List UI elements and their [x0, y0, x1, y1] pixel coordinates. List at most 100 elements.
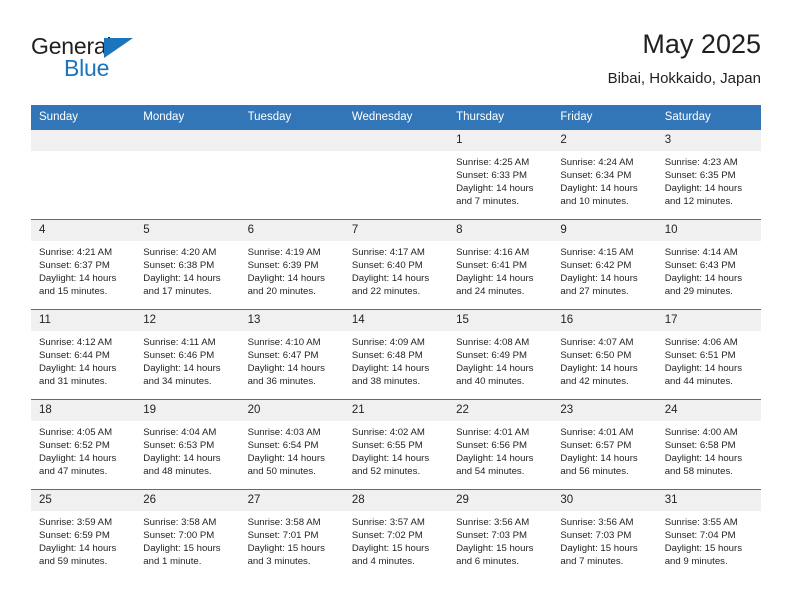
calendar-cell[interactable]: 8 Sunrise: 4:16 AM Sunset: 6:41 PM Daylight… [448, 219, 553, 310]
day-details: Sunrise: 3:58 AM Sunset: 7:00 PM Daylight:… [135, 511, 239, 568]
calendar-cell[interactable]: 3 Sunrise: 4:23 AM Sunset: 6:35 PM Daylight… [656, 129, 761, 220]
daylight-text: Daylight: 14 hours and 56 minutes. [560, 453, 638, 478]
calendar-cell[interactable]: 15 Sunrise: 4:08 AM Sunset: 6:49 PM Dayligh… [448, 309, 553, 400]
sunset-text: Sunset: 6:33 PM [456, 170, 528, 182]
calendar-cell[interactable]: 18 Sunrise: 4:05 AM Sunset: 6:52 PM Dayligh… [31, 399, 136, 490]
sunrise-text: Sunrise: 4:11 AM [143, 337, 216, 348]
calendar-cell[interactable]: 12 Sunrise: 4:11 AM Sunset: 6:46 PM Dayligh… [135, 309, 240, 400]
sunrise-text: Sunrise: 3:58 AM [247, 517, 321, 528]
calendar-cell-empty [343, 129, 449, 220]
daylight-text: Daylight: 14 hours and 10 minutes. [560, 183, 638, 208]
day-details: Sunrise: 4:23 AM Sunset: 6:35 PM Daylight:… [657, 151, 761, 208]
calendar-cell[interactable]: 5 Sunrise: 4:20 AM Sunset: 6:38 PM Daylight… [135, 219, 240, 310]
calendar-cell[interactable]: 23 Sunrise: 4:01 AM Sunset: 6:57 PM Dayligh… [552, 399, 657, 490]
daylight-text: Daylight: 14 hours and 38 minutes. [351, 363, 430, 388]
daylight-text: Daylight: 14 hours and 29 minutes. [664, 273, 743, 298]
sunrise-text: Sunrise: 3:56 AM [560, 517, 634, 528]
calendar-cell[interactable]: 10 Sunrise: 4:14 AM Sunset: 6:43 PM Dayligh… [656, 219, 761, 310]
sunrise-text: Sunrise: 4:10 AM [247, 337, 321, 348]
calendar-cell[interactable]: 26 Sunrise: 3:58 AM Sunset: 7:00 PM Dayligh… [135, 489, 240, 578]
sunset-text: Sunset: 6:47 PM [247, 350, 319, 362]
calendar-cell[interactable]: 25 Sunrise: 3:59 AM Sunset: 6:59 PM Dayligh… [31, 489, 136, 578]
sunset-text: Sunset: 6:44 PM [39, 350, 110, 362]
calendar-cell[interactable]: 29 Sunrise: 3:56 AM Sunset: 7:03 PM Dayligh… [448, 489, 553, 578]
sunrise-text: Sunrise: 4:24 AM [560, 157, 634, 168]
day-details: Sunrise: 4:04 AM Sunset: 6:53 PM Daylight:… [135, 421, 239, 478]
calendar-cell[interactable]: 19 Sunrise: 4:04 AM Sunset: 6:53 PM Dayligh… [135, 399, 240, 490]
day-number: 21 [343, 400, 449, 421]
page-header: General Blue May 2025 Bibai, Hokkaido, J… [31, 28, 761, 100]
day-number: 27 [239, 490, 344, 511]
day-details: Sunrise: 4:08 AM Sunset: 6:49 PM Daylight:… [448, 331, 552, 388]
calendar-cell[interactable]: 27 Sunrise: 3:58 AM Sunset: 7:01 PM Dayligh… [239, 489, 344, 578]
sunrise-text: Sunrise: 4:14 AM [664, 247, 738, 258]
calendar-cell[interactable]: 4 Sunrise: 4:21 AM Sunset: 6:37 PM Daylight… [31, 219, 136, 310]
calendar-cell-empty [239, 129, 344, 220]
sunset-text: Sunset: 6:41 PM [456, 260, 528, 272]
calendar-cell[interactable]: 11 Sunrise: 4:12 AM Sunset: 6:44 PM Dayligh… [31, 309, 136, 400]
calendar-cell[interactable]: 16 Sunrise: 4:07 AM Sunset: 6:50 PM Dayligh… [552, 309, 657, 400]
sunrise-text: Sunrise: 4:17 AM [351, 247, 425, 258]
daylight-text: Daylight: 14 hours and 12 minutes. [664, 183, 743, 208]
calendar-cell[interactable]: 1 Sunrise: 4:25 AM Sunset: 6:33 PM Daylight… [448, 129, 553, 220]
calendar-cell[interactable]: 2 Sunrise: 4:24 AM Sunset: 6:34 PM Daylight… [552, 129, 657, 220]
day-details: Sunrise: 4:17 AM Sunset: 6:40 PM Daylight:… [344, 241, 448, 298]
calendar-cell[interactable]: 21 Sunrise: 4:02 AM Sunset: 6:55 PM Dayligh… [343, 399, 449, 490]
calendar-body: 1 Sunrise: 4:25 AM Sunset: 6:33 PM Daylight… [31, 129, 761, 578]
day-number: 10 [656, 220, 761, 241]
daylight-text: Daylight: 14 hours and 58 minutes. [664, 453, 743, 478]
sunrise-text: Sunrise: 3:57 AM [351, 517, 425, 528]
day-number: 5 [135, 220, 240, 241]
calendar-cell[interactable]: 20 Sunrise: 4:03 AM Sunset: 6:54 PM Dayligh… [239, 399, 344, 490]
calendar-cell[interactable]: 14 Sunrise: 4:09 AM Sunset: 6:48 PM Dayligh… [343, 309, 449, 400]
daylight-text: Daylight: 15 hours and 6 minutes. [456, 543, 534, 568]
day-details: Sunrise: 4:01 AM Sunset: 6:57 PM Daylight:… [552, 421, 656, 478]
day-details: Sunrise: 4:11 AM Sunset: 6:46 PM Daylight:… [135, 331, 239, 388]
sunrise-text: Sunrise: 3:58 AM [143, 517, 217, 528]
daylight-text: Daylight: 14 hours and 15 minutes. [39, 273, 117, 298]
day-number: 12 [135, 310, 240, 331]
sunrise-text: Sunrise: 4:16 AM [456, 247, 530, 258]
sunset-text: Sunset: 6:42 PM [560, 260, 632, 272]
calendar-cell[interactable]: 7 Sunrise: 4:17 AM Sunset: 6:40 PM Daylight… [343, 219, 449, 310]
sunset-text: Sunset: 6:38 PM [143, 260, 215, 272]
brand-logo[interactable]: General Blue [31, 34, 211, 88]
sunrise-text: Sunrise: 4:00 AM [664, 427, 738, 438]
sunrise-text: Sunrise: 4:08 AM [456, 337, 530, 348]
calendar-cell[interactable]: 9 Sunrise: 4:15 AM Sunset: 6:42 PM Daylight… [552, 219, 657, 310]
sunset-text: Sunset: 6:50 PM [560, 350, 632, 362]
day-number-empty [135, 130, 240, 151]
calendar-cell[interactable]: 6 Sunrise: 4:19 AM Sunset: 6:39 PM Daylight… [239, 219, 344, 310]
day-number: 24 [656, 400, 761, 421]
day-number-empty [239, 130, 344, 151]
calendar-cell[interactable]: 17 Sunrise: 4:06 AM Sunset: 6:51 PM Dayligh… [656, 309, 761, 400]
day-details: Sunrise: 3:58 AM Sunset: 7:01 PM Daylight:… [240, 511, 344, 568]
daylight-text: Daylight: 14 hours and 48 minutes. [143, 453, 221, 478]
day-number: 17 [656, 310, 761, 331]
day-number: 20 [239, 400, 344, 421]
day-number: 13 [239, 310, 344, 331]
calendar-cell[interactable]: 13 Sunrise: 4:10 AM Sunset: 6:47 PM Dayligh… [239, 309, 344, 400]
daylight-text: Daylight: 14 hours and 42 minutes. [560, 363, 638, 388]
calendar-cell[interactable]: 28 Sunrise: 3:57 AM Sunset: 7:02 PM Dayligh… [343, 489, 449, 578]
sunset-text: Sunset: 6:57 PM [560, 440, 632, 452]
daylight-text: Daylight: 14 hours and 54 minutes. [456, 453, 534, 478]
day-details: Sunrise: 4:06 AM Sunset: 6:51 PM Daylight:… [657, 331, 761, 388]
day-number: 23 [552, 400, 657, 421]
sunset-text: Sunset: 6:37 PM [39, 260, 110, 272]
sunset-text: Sunset: 6:39 PM [247, 260, 319, 272]
sunrise-text: Sunrise: 4:15 AM [560, 247, 634, 258]
calendar-cell[interactable]: 31 Sunrise: 3:55 AM Sunset: 7:04 PM Dayligh… [656, 489, 761, 578]
day-details: Sunrise: 4:07 AM Sunset: 6:50 PM Daylight:… [552, 331, 656, 388]
calendar-cell[interactable]: 24 Sunrise: 4:00 AM Sunset: 6:58 PM Dayligh… [656, 399, 761, 490]
weekday-header-friday: Friday [552, 105, 657, 130]
sunset-text: Sunset: 6:34 PM [560, 170, 632, 182]
day-details: Sunrise: 4:01 AM Sunset: 6:56 PM Daylight:… [448, 421, 552, 478]
daylight-text: Daylight: 14 hours and 24 minutes. [456, 273, 534, 298]
calendar-cell[interactable]: 22 Sunrise: 4:01 AM Sunset: 6:56 PM Dayligh… [448, 399, 553, 490]
daylight-text: Daylight: 15 hours and 1 minute. [143, 543, 221, 568]
sunrise-text: Sunrise: 4:05 AM [39, 427, 113, 438]
sunrise-text: Sunrise: 4:01 AM [560, 427, 634, 438]
daylight-text: Daylight: 14 hours and 40 minutes. [456, 363, 534, 388]
calendar-cell[interactable]: 30 Sunrise: 3:56 AM Sunset: 7:03 PM Dayligh… [552, 489, 657, 578]
